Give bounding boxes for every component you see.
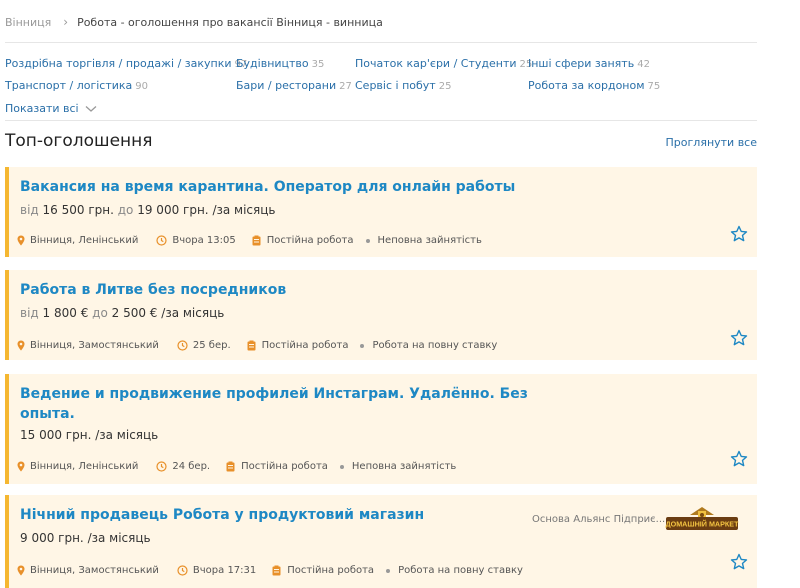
chevron-down-icon — [85, 105, 97, 112]
clock-icon — [156, 235, 167, 246]
listing-meta: Вінниця, Замостянський 25 бер. Постійна … — [17, 340, 497, 351]
chevron-right-icon: › — [63, 15, 69, 29]
category-link-service[interactable]: Сервіс і побут 25 — [355, 79, 451, 92]
pin-icon — [17, 235, 25, 246]
category-link-bars[interactable]: Бари / ресторани 27 — [236, 79, 352, 92]
listing-employment: Неповна зайнятість — [351, 461, 457, 472]
listing-job-type: Постійна робота — [252, 235, 354, 246]
listing-price: від 16 500 грн. до 19 000 грн. /за місяц… — [20, 203, 276, 217]
listing-meta: Вінниця, Замостянський Вчора 17:31 Пості… — [17, 565, 523, 576]
breadcrumb-city-link[interactable]: Вінниця — [5, 16, 51, 29]
category-link-abroad[interactable]: Робота за кордоном 75 — [528, 79, 660, 92]
divider — [5, 120, 757, 121]
pin-icon — [17, 565, 25, 576]
listing-location: Вінниця, Ленінський — [17, 461, 138, 472]
category-link-career-start[interactable]: Початок кар'єри / Студенти 25 — [355, 57, 532, 70]
category-link-other[interactable]: Інші сфери занять 42 — [528, 57, 650, 70]
divider — [5, 42, 757, 43]
listing-title[interactable]: Работа в Литве без посредников — [20, 280, 286, 300]
listing-price: 9 000 грн. /за місяць — [20, 531, 151, 545]
listing-time: 24 бер. — [156, 461, 210, 472]
listing-location: Вінниця, Замостянський — [17, 565, 159, 576]
company-logo[interactable]: ДОМАШНІЙ МАРКЕТ — [664, 504, 740, 534]
separator-dot — [360, 343, 365, 348]
listing-job-type: Постійна робота — [272, 565, 374, 576]
company-logo-text: ДОМАШНІЙ МАРКЕТ — [665, 520, 739, 529]
clock-icon — [156, 461, 167, 472]
listing-employment: Робота на повну ставку — [372, 340, 498, 351]
listing-card-3[interactable]: Ведение и продвижение профилей Инстаграм… — [5, 374, 757, 484]
separator-dot — [386, 568, 391, 573]
view-all-link[interactable]: Проглянути все — [666, 136, 757, 149]
clipboard-icon — [252, 235, 261, 246]
star-outline-icon[interactable] — [730, 553, 748, 571]
breadcrumb-current: Робота - оголошення про вакансії Вінниця… — [77, 15, 383, 29]
listing-card-4[interactable]: Нічний продавець Робота у продуктовий ма… — [5, 495, 757, 588]
category-link-retail[interactable]: Роздрібна торгівля / продажі / закупки 97 — [5, 57, 247, 70]
star-outline-icon[interactable] — [730, 329, 748, 347]
separator-dot — [365, 238, 370, 243]
clipboard-icon — [247, 340, 256, 351]
listing-time: Вчора 17:31 — [177, 565, 256, 576]
listing-job-type: Постійна робота — [247, 340, 348, 351]
listing-job-type: Постійна робота — [226, 461, 328, 472]
listing-employment: Неповна зайнятість — [377, 235, 482, 246]
listing-time: 25 бер. — [177, 340, 231, 351]
listing-title[interactable]: Вакансия на время карантина. Оператор дл… — [20, 177, 515, 197]
company-name[interactable]: Основа Альянс Підприє... — [532, 514, 665, 525]
separator-dot — [339, 464, 344, 469]
listing-location: Вінниця, Ленінський — [17, 235, 138, 246]
star-outline-icon[interactable] — [730, 450, 748, 468]
show-all-categories-button[interactable]: Показати всі — [5, 102, 97, 115]
breadcrumb: Вінниця › Робота - оголошення про ваканс… — [5, 14, 383, 30]
listing-meta: Вінниця, Ленінський 24 бер. Постійна роб… — [17, 461, 456, 472]
listing-title[interactable]: Ведение и продвижение профилей Инстаграм… — [20, 384, 528, 424]
listing-title[interactable]: Нічний продавець Робота у продуктовий ма… — [20, 505, 424, 525]
listing-price: від 1 800 € до 2 500 € /за місяць — [20, 306, 225, 320]
category-link-transport[interactable]: Транспорт / логістика 90 — [5, 79, 148, 92]
clock-icon — [177, 340, 188, 351]
listing-location: Вінниця, Замостянський — [17, 340, 159, 351]
listing-card-1[interactable]: Вакансия на время карантина. Оператор дл… — [5, 167, 757, 257]
show-all-label: Показати всі — [5, 102, 79, 115]
clipboard-icon — [226, 461, 235, 472]
category-link-construction[interactable]: Будівництво 35 — [236, 57, 324, 70]
listing-meta: Вінниця, Ленінський Вчора 13:05 Постійна… — [17, 235, 482, 246]
listing-card-2[interactable]: Работа в Литве без посредников від 1 800… — [5, 270, 757, 360]
clock-icon — [177, 565, 188, 576]
section-title: Топ-оголошення — [5, 131, 153, 151]
listing-price: 15 000 грн. /за місяць — [20, 428, 159, 442]
pin-icon — [17, 340, 25, 351]
listing-employment: Робота на повну ставку — [398, 565, 523, 576]
star-outline-icon[interactable] — [730, 225, 748, 243]
pin-icon — [17, 461, 25, 472]
clipboard-icon — [272, 565, 281, 576]
listing-time: Вчора 13:05 — [156, 235, 236, 246]
